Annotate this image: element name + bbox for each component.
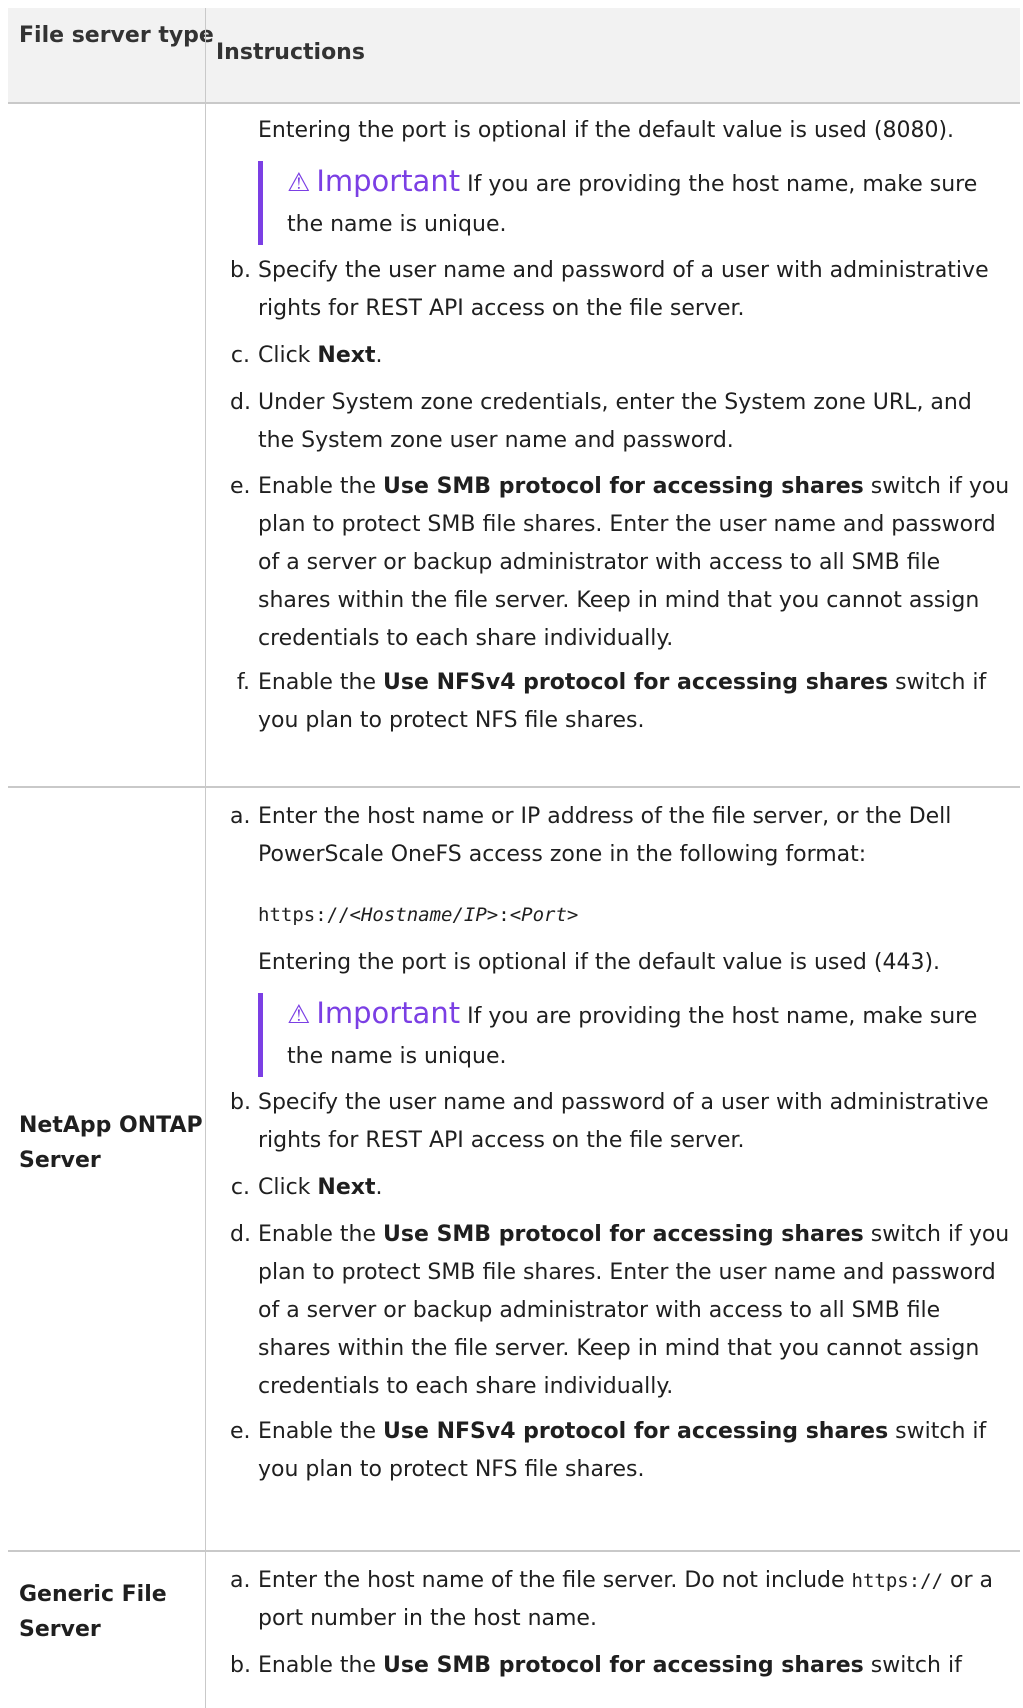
server-name-generic: Generic File Server	[19, 1582, 167, 1642]
important-note: ⚠ Important If you are providing the host…	[258, 161, 1010, 245]
warning-icon: ⚠	[287, 1000, 311, 1030]
header-file-server-type: File server type	[19, 23, 214, 48]
header-instructions: Instructions	[216, 40, 365, 65]
list-item: d. Under System zone credentials, enter …	[230, 390, 972, 453]
list-item: e. Enable the Use SMB protocol for acces…	[230, 474, 1010, 651]
important-label: Important	[316, 996, 461, 1030]
row-divider	[8, 1550, 1020, 1552]
table-header: File server type Instructions	[8, 8, 1020, 102]
important-note: ⚠ Important If you are providing the host…	[258, 993, 1010, 1077]
list-item: b. Specify the user name and password of…	[230, 1090, 989, 1153]
port-note: Entering the port is optional if the def…	[258, 118, 955, 143]
list-item: c. Click Next.	[230, 1175, 383, 1200]
list-item: b. Enable the Use SMB protocol for acces…	[230, 1653, 962, 1678]
list-item: f. Enable the Use NFSv4 protocol for acc…	[236, 670, 987, 733]
server-name-netapp: NetApp ONTAP Server	[19, 1113, 203, 1173]
row-divider	[8, 102, 1020, 104]
list-item: d. Enable the Use SMB protocol for acces…	[230, 1222, 1010, 1399]
list-item: c. Click Next.	[230, 343, 383, 368]
column-divider	[205, 8, 206, 1708]
important-label: Important	[316, 164, 461, 198]
list-item: b. Specify the user name and password of…	[230, 258, 989, 321]
port-note: Entering the port is optional if the def…	[258, 950, 941, 975]
warning-icon: ⚠	[287, 168, 311, 198]
list-item: a. Enter the host name of the file serve…	[230, 1568, 994, 1631]
list-item: a. Enter the host name or IP address of …	[230, 804, 952, 867]
url-format: https://<Hostname/IP>:<Port>	[258, 904, 579, 926]
row-divider	[8, 786, 1020, 788]
list-item: e. Enable the Use NFSv4 protocol for acc…	[230, 1419, 987, 1482]
